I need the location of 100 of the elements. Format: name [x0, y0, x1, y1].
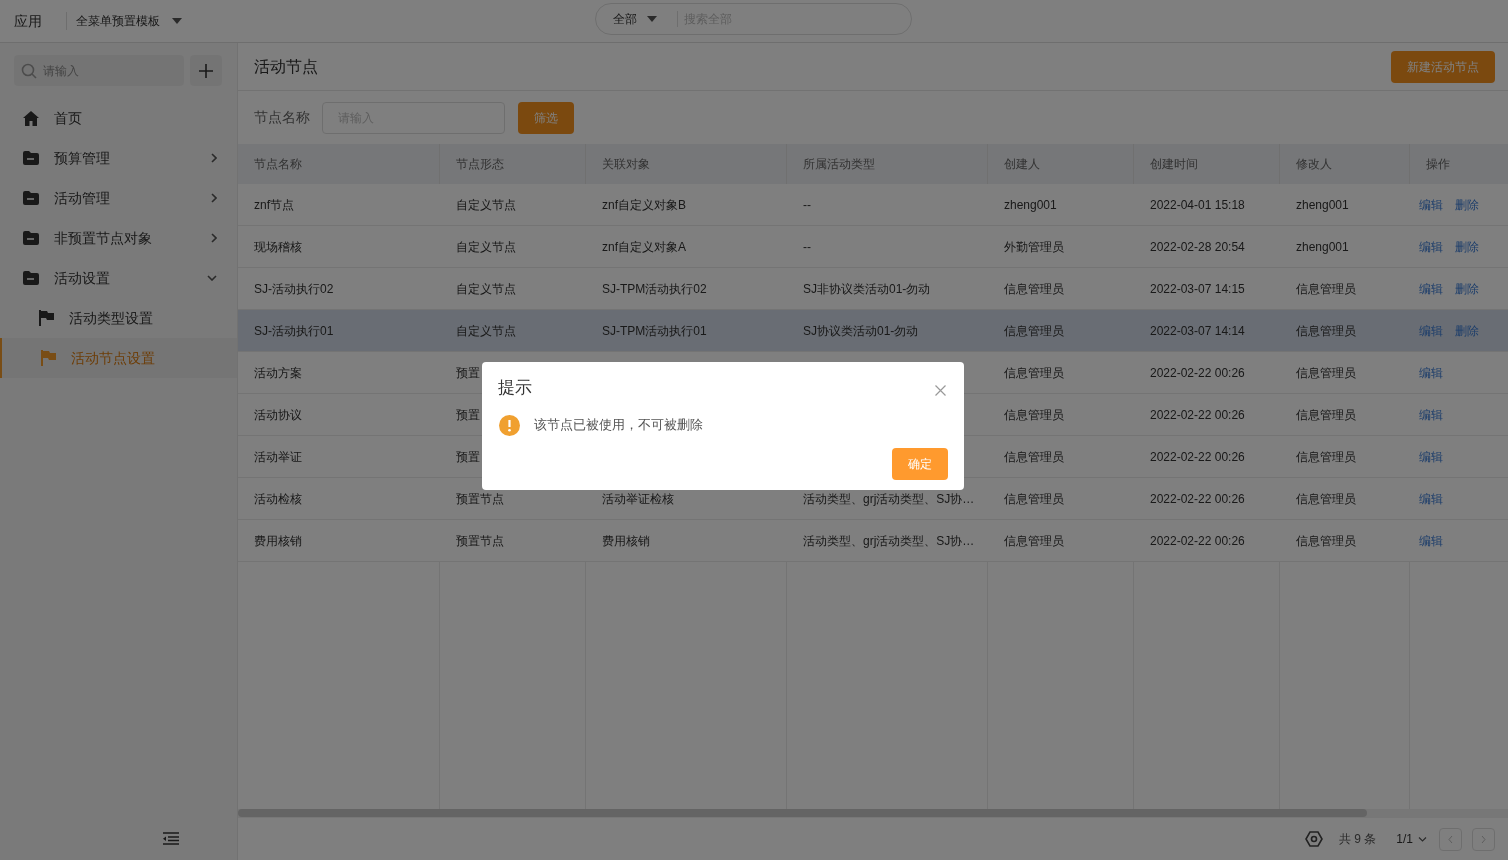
table-cell-text: zheng001 [1004, 196, 1057, 214]
table-cell-text: 信息管理员 [1004, 364, 1064, 382]
table-cell-text: 信息管理员 [1296, 280, 1356, 298]
table-cell-text: 预置 [456, 448, 480, 466]
sidebar-item[interactable]: 活动设置 [0, 258, 237, 298]
table-cell-text: 自定义节点 [456, 322, 516, 340]
chevron-right-icon [211, 193, 217, 203]
delete-link[interactable]: 删除 [1455, 321, 1479, 340]
table-cell-text: 活动类型、grj活动类型、SJ协… [803, 532, 975, 550]
warning-icon [499, 414, 520, 436]
table-cell-text: SJ-活动执行02 [254, 280, 334, 298]
table-cell-text: 信息管理员 [1296, 490, 1356, 508]
home-icon [23, 110, 39, 126]
flag-icon [39, 310, 54, 326]
table-cell-text: 2022-02-28 20:54 [1150, 238, 1245, 256]
column-header: 节点形态 [456, 156, 504, 173]
horizontal-scrollbar[interactable] [238, 809, 1367, 817]
chevron-left-icon [1448, 834, 1453, 844]
table-cell-text: SJ非协议类活动01-勿动 [803, 280, 931, 298]
edit-link[interactable]: 编辑 [1419, 405, 1443, 424]
app-label[interactable]: 应用 [14, 10, 42, 32]
table-cell-text: 活动举证检核 [602, 490, 674, 508]
flag-icon [41, 350, 56, 366]
column-header: 节点名称 [254, 156, 302, 173]
table-cell-text: 信息管理员 [1296, 448, 1356, 466]
sidebar-item[interactable]: 首页 [0, 98, 237, 138]
column-header: 创建人 [1004, 156, 1040, 173]
table-cell-text: znf自定义对象B [602, 196, 686, 214]
table-cell-text: 预置节点 [456, 490, 504, 508]
add-button[interactable] [190, 55, 222, 86]
confirm-button[interactable]: 确定 [892, 448, 948, 480]
close-icon[interactable] [935, 385, 946, 397]
sidebar-item[interactable]: 预算管理 [0, 138, 237, 178]
folder-icon [23, 191, 39, 205]
table-cell-text: zheng001 [1296, 238, 1349, 256]
table-cell-text: 信息管理员 [1004, 490, 1064, 508]
delete-link[interactable]: 删除 [1455, 279, 1479, 298]
edit-link[interactable]: 编辑 [1419, 489, 1443, 508]
new-node-button[interactable]: 新建活动节点 [1391, 50, 1495, 83]
chevron-down-icon [207, 275, 217, 281]
highlighted-row[interactable]: SJ-活动执行01 自定义节点 SJ-TPM活动执行01 SJ协议类活动01-勿动 信息管理员 2022-03-07 14:14 信息管理员 编辑 删除 [238, 310, 1508, 352]
table-cell-text: 信息管理员 [1296, 532, 1356, 550]
table-cell-text: 活动方案 [254, 364, 302, 382]
delete-link[interactable]: 删除 [1455, 237, 1479, 256]
table-cell-text: 2022-03-07 14:14 [1150, 322, 1245, 340]
delete-link[interactable]: 删除 [1455, 195, 1479, 214]
table-cell-text: SJ协议类活动01-勿动 [803, 322, 919, 340]
page-select[interactable]: 1/1 [1396, 830, 1427, 848]
edit-link[interactable]: 编辑 [1419, 195, 1443, 214]
table-cell-text: 活动类型、grj活动类型、SJ协… [803, 490, 975, 508]
search-scope-dropdown[interactable]: 全部 [613, 10, 657, 28]
table-cell-text: 2022-02-22 00:26 [1150, 406, 1245, 424]
search-icon [21, 63, 37, 79]
table-cell-text: -- [803, 238, 811, 256]
sidebar-subitem[interactable]: 活动类型设置 [0, 298, 237, 338]
table-cell-text: 信息管理员 [1296, 406, 1356, 424]
table-cell-text: 活动检核 [254, 490, 302, 508]
caret-down-icon [647, 16, 657, 22]
sidebar-item[interactable]: 非预置节点对象 [0, 218, 237, 258]
caret-down-icon [172, 18, 182, 24]
plus-icon [199, 63, 213, 78]
table-cell-text: -- [803, 196, 811, 214]
table-cell-text: SJ-活动执行01 [254, 322, 334, 340]
template-dropdown[interactable]: 全菜单预置模板 [76, 12, 182, 30]
table-cell-text: 2022-03-07 14:15 [1150, 280, 1245, 298]
filter-button[interactable]: 筛选 [518, 101, 574, 134]
settings-icon[interactable] [1304, 831, 1323, 847]
edit-link[interactable]: 编辑 [1419, 237, 1443, 256]
table-cell-text: 信息管理员 [1004, 532, 1064, 550]
table-cell-text: 信息管理员 [1296, 322, 1356, 340]
table-cell-text: SJ-TPM活动执行01 [602, 322, 707, 340]
folder-icon [23, 271, 39, 285]
column-header: 所属活动类型 [803, 156, 875, 173]
table-cell-text: 活动举证 [254, 448, 302, 466]
edit-link[interactable]: 编辑 [1419, 363, 1443, 382]
table-cell-text: 2022-02-22 00:26 [1150, 490, 1245, 508]
table-cell-text: 自定义节点 [456, 238, 516, 256]
table-cell-text: 外勤管理员 [1004, 238, 1064, 256]
table-cell-text: 信息管理员 [1004, 322, 1064, 340]
edit-link[interactable]: 编辑 [1419, 321, 1443, 340]
table-cell-text: 自定义节点 [456, 196, 516, 214]
table-cell-text: 费用核销 [602, 532, 650, 550]
table-cell-text: 现场稽核 [254, 238, 302, 256]
table-cell-text: 信息管理员 [1004, 448, 1064, 466]
table-cell-text: 信息管理员 [1004, 280, 1064, 298]
sidebar-subitem[interactable]: 活动节点设置 [0, 338, 237, 378]
total-count: 共 9 条 [1338, 831, 1377, 848]
table-cell-text: 预置 [456, 364, 480, 382]
column-header: 关联对象 [602, 156, 650, 173]
edit-link[interactable]: 编辑 [1419, 447, 1443, 466]
collapse-menu-icon[interactable] [163, 832, 179, 845]
dialog-message: 该节点已被使用，不可被删除 [534, 416, 703, 435]
table-cell-text: znf节点 [254, 196, 294, 214]
edit-link[interactable]: 编辑 [1419, 279, 1443, 298]
table-cell-text: znf自定义对象A [602, 238, 686, 256]
edit-link[interactable]: 编辑 [1419, 531, 1443, 550]
sidebar-item[interactable]: 活动管理 [0, 178, 237, 218]
chevron-right-icon [211, 233, 217, 243]
table-cell-text: 2022-02-22 00:26 [1150, 532, 1245, 550]
folder-icon [23, 151, 39, 165]
